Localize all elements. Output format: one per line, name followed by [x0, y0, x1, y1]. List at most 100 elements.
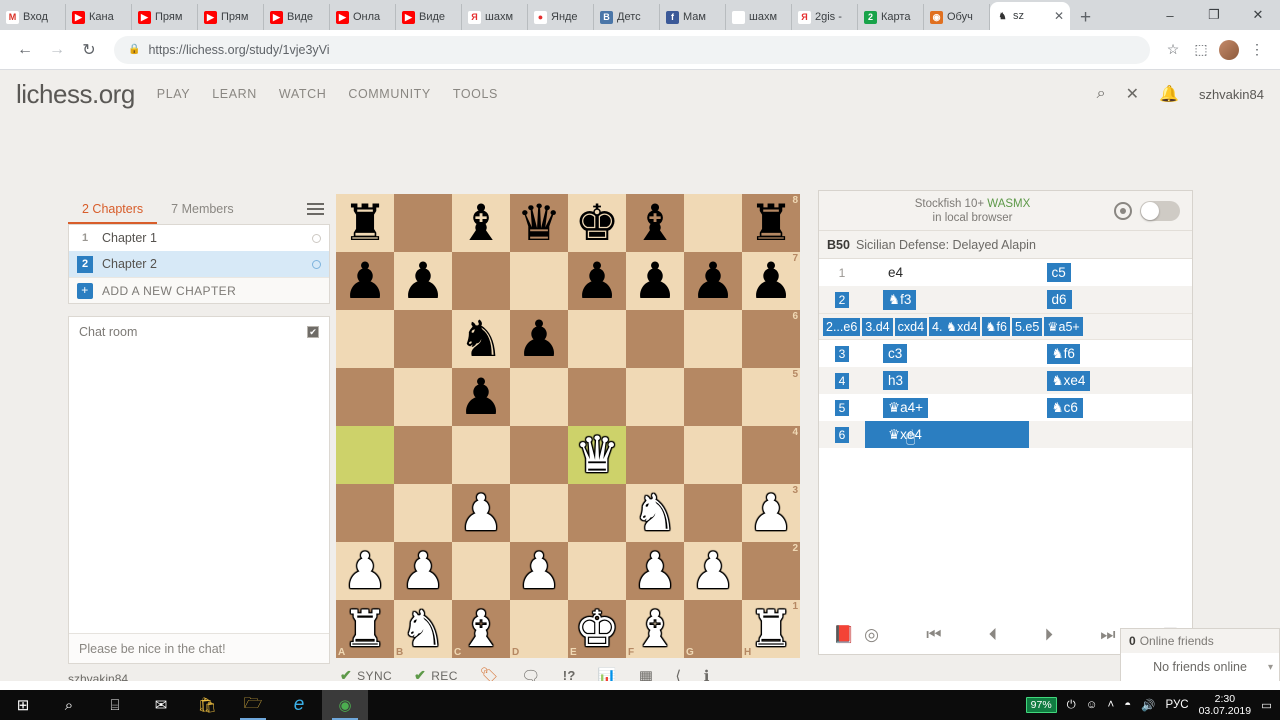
engine-toggle[interactable]	[1140, 200, 1180, 221]
board-square-a5[interactable]	[336, 368, 394, 426]
piece-white-pawn-b2[interactable]: ♟	[394, 542, 452, 600]
move-white[interactable]: ♛xe4 🖰	[865, 421, 1029, 448]
browser-tab-10[interactable]: f Мам	[660, 4, 726, 30]
board-square-h5[interactable]: 5	[742, 368, 800, 426]
chevron-down-icon[interactable]: ▾	[1268, 662, 1273, 673]
variation-move[interactable]: 3.d4	[862, 317, 893, 336]
address-bar[interactable]: 🔒 https://lichess.org/study/1vje3yVi	[114, 35, 1150, 64]
move-white[interactable]: e4	[865, 259, 1029, 286]
sync-toggle[interactable]: ✔ SYNC	[340, 658, 392, 681]
board-square-d5[interactable]	[510, 368, 568, 426]
move-white[interactable]: ♞f3	[865, 286, 1029, 313]
reload-icon[interactable]: ↻	[74, 35, 104, 65]
share-tab[interactable]: ⟨	[675, 658, 681, 682]
piece-black-queen-d8[interactable]: ♛	[510, 194, 568, 252]
chat-toggle-checkbox[interactable]: ✔	[307, 326, 319, 338]
tray-caret-icon[interactable]: ˄	[1108, 699, 1115, 711]
piece-black-pawn-a7[interactable]: ♟	[336, 252, 394, 310]
browser-tab-7[interactable]: Яшахм	[462, 4, 528, 30]
board-square-h6[interactable]: 6	[742, 310, 800, 368]
piece-black-rook-a8[interactable]: ♜	[336, 194, 394, 252]
file-explorer[interactable]: 🗁	[230, 690, 276, 720]
move-white[interactable]: c3	[865, 340, 1029, 367]
move-black[interactable]: ♞c6	[1029, 394, 1193, 421]
board-square-a6[interactable]	[336, 310, 394, 368]
board-square-f4[interactable]	[626, 426, 684, 484]
online-friends-header[interactable]: 0 Online friends	[1121, 629, 1279, 653]
opening-book-button[interactable]: 📕	[833, 625, 854, 645]
move-black[interactable]: d6	[1029, 286, 1193, 313]
last-move-button[interactable]: ⏭	[1100, 625, 1115, 645]
board-square-f6[interactable]	[626, 310, 684, 368]
nav-link-learn[interactable]: LEARN	[212, 87, 257, 101]
nav-link-watch[interactable]: WATCH	[279, 87, 326, 101]
people-icon[interactable]: ☺	[1086, 699, 1098, 711]
volume-icon[interactable]: 🔊	[1141, 698, 1155, 712]
variation-line[interactable]: 2...e6 3.d4 cxd4 4. ♞xd4 ♞f6 5.e5 ♛а5+	[819, 313, 1192, 340]
chart-tab[interactable]: 📊	[598, 658, 617, 682]
user-menu[interactable]: szhvakin84	[1199, 87, 1264, 102]
move-white[interactable]: ♛a4+	[865, 394, 1029, 421]
chat-input[interactable]: Please be nice in the chat!	[69, 633, 329, 663]
browser-tab-3[interactable]: ▶ Прям	[198, 4, 264, 30]
move-black[interactable]: c5	[1029, 259, 1193, 286]
piece-white-rook-h1[interactable]: ♜	[742, 600, 800, 658]
board-square-g5[interactable]	[684, 368, 742, 426]
piece-white-queen-e4[interactable]: ♛	[568, 426, 626, 484]
piece-black-king-e8[interactable]: ♚	[568, 194, 626, 252]
board-square-d7[interactable]	[510, 252, 568, 310]
piece-black-pawn-f7[interactable]: ♟	[626, 252, 684, 310]
browser-tab-13[interactable]: 2 Карта	[858, 4, 924, 30]
first-move-button[interactable]: ⏮	[926, 625, 941, 645]
piece-black-pawn-c5[interactable]: ♟	[452, 368, 510, 426]
close-icon[interactable]: ✕	[1126, 84, 1139, 104]
board-square-g8[interactable]	[684, 194, 742, 252]
piece-white-king-e1[interactable]: ♚	[568, 600, 626, 658]
chrome-menu-icon[interactable]: ⋮	[1244, 37, 1270, 63]
glyphs-tab[interactable]: !?	[563, 658, 576, 681]
browser-tab-4[interactable]: ▶ Виде	[264, 4, 330, 30]
variation-move[interactable]: ♞f6	[982, 317, 1010, 336]
language-indicator[interactable]: РУС	[1166, 699, 1189, 711]
board-square-e5[interactable]	[568, 368, 626, 426]
board-square-d3[interactable]	[510, 484, 568, 542]
add-new-chapter-button[interactable]: + ADD A NEW CHAPTER	[69, 277, 329, 303]
gear-icon[interactable]	[312, 259, 321, 269]
board-square-g1[interactable]: G	[684, 600, 742, 658]
board-square-d1[interactable]: D	[510, 600, 568, 658]
board-square-c4[interactable]	[452, 426, 510, 484]
window-maximize-button[interactable]: ❐	[1192, 7, 1236, 23]
piece-white-knight-b1[interactable]: ♞	[394, 600, 452, 658]
rec-toggle[interactable]: ✔ REC	[414, 658, 458, 681]
piece-black-pawn-h7[interactable]: ♟	[742, 252, 800, 310]
piece-black-knight-c6[interactable]: ♞	[452, 310, 510, 368]
browser-tab-14[interactable]: ◉ Обуч	[924, 4, 990, 30]
next-move-button[interactable]: ⏵	[1044, 625, 1053, 645]
piece-black-rook-h8[interactable]: ♜	[742, 194, 800, 252]
board-square-g4[interactable]	[684, 426, 742, 484]
lichess-logo[interactable]: lichess.org	[16, 79, 135, 110]
new-tab-button[interactable]: +	[1070, 8, 1101, 30]
piece-white-pawn-g2[interactable]: ♟	[684, 542, 742, 600]
piece-black-bishop-c8[interactable]: ♝	[452, 194, 510, 252]
tab-chapters[interactable]: 2 Chapters	[68, 194, 158, 224]
piece-white-knight-f3[interactable]: ♞	[626, 484, 684, 542]
clock[interactable]: 2:30 03.07.2019	[1199, 693, 1252, 717]
prev-move-button[interactable]: ⏴	[989, 625, 998, 645]
tags-tab[interactable]: 🏷	[480, 658, 499, 682]
board-square-a4[interactable]	[336, 426, 394, 484]
eye-icon[interactable]	[1114, 201, 1132, 220]
move-white[interactable]: h3	[865, 367, 1029, 394]
browser-tab-5[interactable]: ▶ Онла	[330, 4, 396, 30]
tab-members[interactable]: 7 Members	[157, 194, 248, 224]
store-app[interactable]: 🛍	[184, 690, 230, 720]
browser-tab-8[interactable]: ● Янде	[528, 4, 594, 30]
tab-close-icon[interactable]: ✕	[1054, 9, 1064, 23]
piece-white-pawn-a2[interactable]: ♟	[336, 542, 394, 600]
browser-tab-12[interactable]: Я 2gis -	[792, 4, 858, 30]
forward-icon[interactable]: →	[42, 35, 72, 65]
piece-black-pawn-d6[interactable]: ♟	[510, 310, 568, 368]
notifications-bell-icon[interactable]: 🔔	[1159, 84, 1179, 104]
browser-tab-2[interactable]: ▶ Прям	[132, 4, 198, 30]
chapter-item-2[interactable]: 2 Chapter 2	[69, 251, 329, 277]
